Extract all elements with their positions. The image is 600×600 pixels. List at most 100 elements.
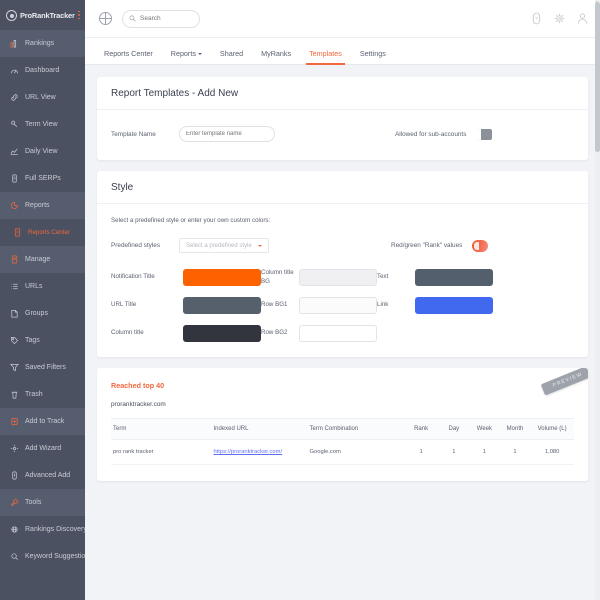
color-swatch[interactable] — [183, 325, 261, 342]
sidebar-item-tags[interactable]: Tags — [0, 327, 85, 354]
page-scrollbar[interactable] — [595, 0, 600, 600]
sidebar-item-label: Daily View — [25, 148, 58, 155]
search-box[interactable] — [122, 9, 200, 28]
tag-icon — [9, 335, 19, 346]
table-row: pro rank tracker https://proranktracker.c… — [111, 439, 574, 465]
sidebar-item-term-view[interactable]: Term View — [0, 111, 85, 138]
sidebar-item-dashboard[interactable]: Dashboard — [0, 57, 85, 84]
sidebar-item-saved-filters[interactable]: Saved Filters — [0, 354, 85, 381]
report-template-card: Report Templates - Add New Template Name… — [97, 77, 588, 160]
report-doc-icon — [12, 227, 22, 238]
key-icon — [9, 119, 19, 130]
keyword-icon — [9, 551, 19, 562]
sidebar-item-groups[interactable]: Groups — [0, 300, 85, 327]
predefined-styles-value: Select a predefined style — [186, 242, 252, 249]
preview-domain: proranktracker.com — [111, 401, 166, 408]
color-swatch[interactable] — [183, 297, 261, 314]
sidebar-item-daily-view[interactable]: Daily View — [0, 138, 85, 165]
folder-icon — [9, 308, 19, 319]
help-icon[interactable]: ? — [531, 12, 542, 25]
sidebar-item-label: Add to Track — [25, 418, 65, 425]
sidebar-item-trash[interactable]: Trash — [0, 381, 85, 408]
color-swatch-grid: Notification Title Column title BG Text URL… — [111, 269, 574, 342]
table-cell-rank: 1 — [403, 439, 439, 465]
tab-label: Reports Center — [104, 49, 153, 58]
sub-accounts-toggle[interactable] — [478, 128, 493, 140]
chevron-down-icon — [258, 244, 262, 247]
sidebar-item-keyword-suggestions[interactable]: Keyword Suggestions — [0, 543, 85, 570]
table-body: pro rank tracker https://proranktracker.c… — [111, 439, 574, 465]
sidebar-item-reports-center[interactable]: Reports Center — [0, 219, 85, 246]
swatch-label: Column title — [111, 329, 144, 337]
link-icon — [9, 92, 19, 103]
color-swatch[interactable] — [183, 269, 261, 286]
search-input[interactable] — [140, 15, 193, 22]
scrollbar-thumb[interactable] — [595, 2, 600, 152]
tab-reports-center[interactable]: Reports Center — [95, 49, 162, 64]
tab-settings[interactable]: Settings — [351, 49, 395, 64]
gear-icon[interactable] — [554, 12, 565, 25]
color-swatch[interactable] — [415, 297, 493, 314]
sidebar-item-manage[interactable]: Manage — [0, 246, 85, 273]
swatch-label: URL Title — [111, 301, 137, 309]
sidebar-item-advanced-add[interactable]: Advanced Add — [0, 462, 85, 489]
color-swatch[interactable] — [299, 269, 377, 286]
tools-icon — [9, 497, 19, 508]
tab-myranks[interactable]: MyRanks — [252, 49, 300, 64]
chevron-down-icon — [197, 53, 202, 56]
sidebar-item-rankings-discovery[interactable]: Rankings Discovery — [0, 516, 85, 543]
indexed-url-link[interactable]: https://proranktracker.com/ — [213, 449, 282, 455]
main-area: ? Reports Cente — [85, 0, 600, 600]
sidebar-item-add-wizard[interactable]: Add Wizard — [0, 435, 85, 462]
brand-name: ProRankTracker — [20, 10, 75, 20]
topbar-actions: ? — [531, 12, 588, 25]
sidebar: ProRankTracker Rankings Dashboard URL View… — [0, 0, 85, 600]
sidebar-item-label: URL View — [25, 94, 56, 101]
predefined-styles-select[interactable]: Select a predefined style — [179, 238, 269, 253]
sidebar-item-url-view[interactable]: URL View — [0, 84, 85, 111]
advanced-add-icon — [9, 470, 19, 481]
line-chart-icon — [9, 146, 19, 157]
hamburger-icon[interactable] — [77, 10, 80, 20]
color-swatch[interactable] — [415, 269, 493, 286]
template-form-row: Template Name Allowed for sub-accounts — [97, 110, 588, 160]
tab-reports[interactable]: Reports — [162, 49, 211, 64]
sidebar-logo[interactable]: ProRankTracker — [0, 0, 85, 30]
table-cell-week: 1 — [469, 439, 500, 465]
tab-shared[interactable]: Shared — [211, 49, 252, 64]
sidebar-item-label: Tools — [25, 499, 42, 506]
table-header-cell: Month — [499, 418, 531, 440]
sidebar-item-label: Manage — [25, 256, 51, 263]
sidebar-item-add-to-track[interactable]: Add to Track — [0, 408, 85, 435]
tab-label: Reports — [170, 49, 196, 58]
color-swatch[interactable] — [299, 325, 377, 342]
notification-title-preview: Reached top 40 — [111, 381, 165, 390]
sidebar-item-label: Term View — [25, 121, 58, 128]
tab-label: MyRanks — [261, 49, 292, 58]
tab-label: Templates — [309, 49, 342, 58]
tab-templates[interactable]: Templates — [300, 49, 351, 65]
sidebar-item-rankings[interactable]: Rankings — [0, 30, 85, 57]
style-title: Style — [97, 171, 588, 204]
table-header-cell: Rank — [403, 418, 439, 440]
content-area: Report Templates - Add New Template Name… — [85, 65, 600, 600]
template-name-input[interactable] — [179, 126, 275, 142]
swatch-label: Link — [377, 301, 389, 309]
user-icon[interactable] — [577, 12, 588, 25]
sidebar-item-reports[interactable]: Reports — [0, 192, 85, 219]
sidebar-item-label: URLs — [25, 283, 43, 290]
sidebar-item-full-serps[interactable]: Full SERPs — [0, 165, 85, 192]
style-body: Select a predefined style or enter your … — [97, 204, 588, 357]
sidebar-item-tools[interactable]: Tools — [0, 489, 85, 516]
sidebar-item-urls[interactable]: URLs — [0, 273, 85, 300]
color-swatch[interactable] — [299, 297, 377, 314]
sidebar-item-label: Saved Filters — [25, 364, 66, 371]
rank-values-toggle[interactable] — [472, 239, 489, 252]
predefined-styles-label: Predefined styles — [111, 242, 161, 249]
top-bar: ? — [85, 0, 600, 38]
style-card: Style Select a predefined style or enter… — [97, 171, 588, 357]
table-header-cell: Volume (L) — [530, 418, 574, 440]
preview-card: PREVIEW Reached top 40 proranktracker.co… — [97, 368, 588, 481]
sidebar-item-label: Tags — [25, 337, 40, 344]
globe-icon[interactable] — [99, 12, 112, 25]
